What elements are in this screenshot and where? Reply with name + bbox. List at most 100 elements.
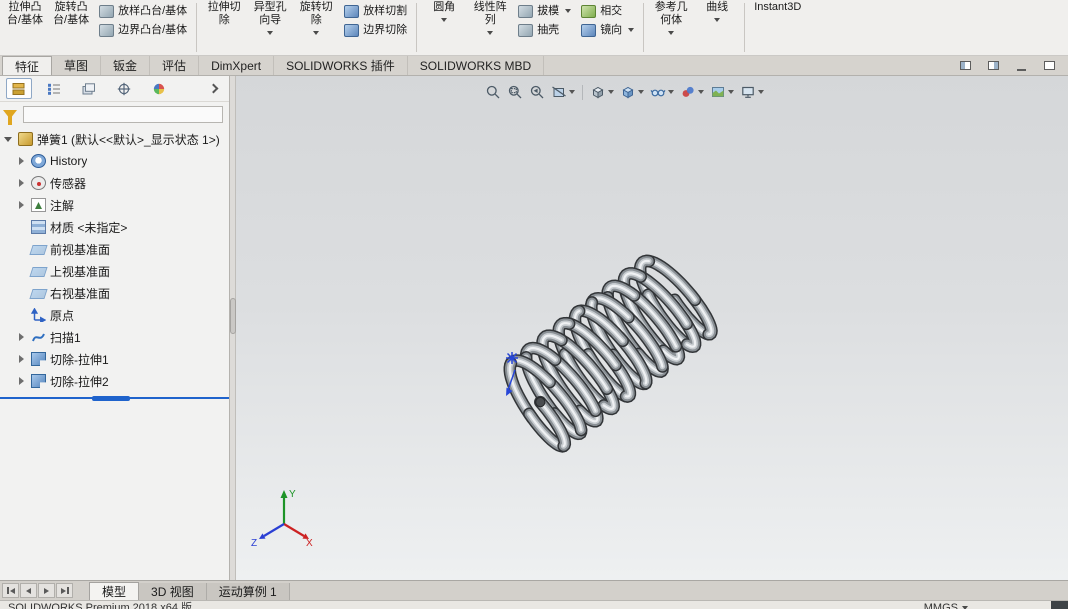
tree-item-top-plane[interactable]: 上视基准面	[0, 260, 229, 282]
dropdown-caret-icon[interactable]	[668, 31, 675, 35]
tree-item-part-root[interactable]: 弹簧1 (默认<<默认>_显示状态 1>)	[0, 128, 229, 150]
panel-expand-chevron-icon[interactable]	[208, 83, 219, 94]
expander-icon[interactable]	[17, 200, 27, 210]
pane-left-icon[interactable]	[956, 58, 974, 74]
dropdown-caret-icon[interactable]	[698, 90, 704, 94]
zoom-to-fit-button[interactable]	[482, 81, 504, 103]
curves-button[interactable]: 曲线	[694, 0, 740, 55]
dropdown-caret-icon[interactable]	[638, 90, 644, 94]
tree-item-sweep1[interactable]: 扫描1	[0, 326, 229, 348]
boundary-boss-button[interactable]: 边界凸台/基体	[97, 23, 189, 37]
expander-icon[interactable]	[4, 134, 14, 144]
tab-solidworks-mbd[interactable]: SOLIDWORKS MBD	[408, 56, 545, 75]
expander-icon[interactable]	[17, 332, 27, 342]
dropdown-caret-icon[interactable]	[313, 31, 320, 35]
tree-item-cut-extrude2[interactable]: 切除-拉伸2	[0, 370, 229, 392]
instant3d-button[interactable]: Instant3D	[749, 0, 806, 55]
tree-item-history[interactable]: History	[0, 150, 229, 172]
displaymanager-tab[interactable]	[146, 78, 172, 99]
tree-item-sensors[interactable]: 传感器	[0, 172, 229, 194]
expander-icon[interactable]	[17, 354, 27, 364]
origin-icon	[30, 307, 47, 324]
dropdown-caret-icon[interactable]	[569, 90, 575, 94]
dropdown-caret-icon[interactable]	[608, 90, 614, 94]
loft-boss-button[interactable]: 放样凸台/基体	[97, 4, 189, 18]
graphics-area[interactable]: Y X Z	[236, 76, 1068, 580]
boundary-cut-button[interactable]: 边界切除	[342, 23, 409, 37]
dropdown-caret-icon[interactable]	[628, 28, 635, 32]
dropdown-caret-icon[interactable]	[758, 90, 764, 94]
minimize-icon[interactable]	[1012, 58, 1030, 74]
first-tab-button[interactable]	[2, 583, 19, 598]
dropdown-caret-icon[interactable]	[714, 18, 721, 22]
expander-icon[interactable]	[17, 178, 27, 188]
dropdown-caret-icon[interactable]	[441, 18, 448, 22]
mirror-button[interactable]: 镜向	[579, 23, 636, 37]
tree-item-material[interactable]: 材质 <未指定>	[0, 216, 229, 238]
edit-appearance-button[interactable]	[677, 81, 707, 103]
fillet-button[interactable]: 圆角	[421, 0, 467, 55]
featuremanager-tab[interactable]	[6, 78, 32, 99]
rollback-bar[interactable]	[0, 396, 229, 406]
hole-wizard-button[interactable]: 异型孔 向导	[247, 0, 293, 55]
tree-filter-input[interactable]	[23, 105, 223, 123]
propertymanager-icon	[48, 83, 60, 95]
expander-icon[interactable]	[17, 156, 27, 166]
prev-tab-button[interactable]	[20, 583, 37, 598]
dimxpertmanager-tab[interactable]	[111, 78, 137, 99]
tab-solidworks-addins[interactable]: SOLIDWORKS 插件	[274, 56, 408, 75]
tree-item-annotations[interactable]: 注解	[0, 194, 229, 216]
tab-sheet-metal[interactable]: 钣金	[101, 56, 151, 75]
configurationmanager-tab[interactable]	[76, 78, 102, 99]
view-orientation-button[interactable]	[587, 81, 617, 103]
shell-button[interactable]: 抽壳	[516, 23, 573, 37]
tree-item-cut-extrude1[interactable]: 切除-拉伸1	[0, 348, 229, 370]
apply-scene-button[interactable]	[707, 81, 737, 103]
dropdown-caret-icon[interactable]	[728, 90, 734, 94]
revolved-cut-button[interactable]: 旋转切 除	[293, 0, 339, 55]
draft-button[interactable]: 拔模	[516, 4, 573, 18]
tab-features[interactable]: 特征	[2, 56, 53, 75]
boundary-cut-icon	[344, 23, 360, 37]
dropdown-caret-icon[interactable]	[565, 9, 572, 13]
command-manager-tab-row: 特征 草图 钣金 评估 DimXpert SOLIDWORKS 插件 SOLID…	[0, 56, 1068, 76]
hide-show-items-button[interactable]	[647, 81, 677, 103]
filter-funnel-icon[interactable]	[3, 109, 17, 125]
unit-system[interactable]: MMGS	[924, 601, 958, 609]
extrude-boss-button[interactable]: 拉伸凸 台/基体	[2, 0, 48, 55]
tree-item-right-plane[interactable]: 右视基准面	[0, 282, 229, 304]
dropdown-caret-icon[interactable]	[668, 90, 674, 94]
expander-icon[interactable]	[17, 376, 27, 386]
previous-view-icon	[530, 85, 544, 99]
dropdown-caret-icon[interactable]	[487, 31, 494, 35]
linear-pattern-button[interactable]: 线性阵 列	[467, 0, 513, 55]
tab-dimxpert[interactable]: DimXpert	[199, 56, 275, 75]
revolve-boss-button[interactable]: 旋转凸 台/基体	[48, 0, 94, 55]
tree-item-origin[interactable]: 原点	[0, 304, 229, 326]
dropdown-caret-icon[interactable]	[267, 31, 274, 35]
last-tab-button[interactable]	[56, 583, 73, 598]
tab-3d-views[interactable]: 3D 视图	[139, 583, 207, 600]
tab-sketch[interactable]: 草图	[52, 56, 102, 75]
propertymanager-tab[interactable]	[41, 78, 67, 99]
view-settings-button[interactable]	[737, 81, 767, 103]
reference-geometry-button[interactable]: 参考几 何体	[648, 0, 694, 55]
ribbon-separator	[416, 3, 418, 52]
solidworks-window: 拉伸凸 台/基体 旋转凸 台/基体 放样凸台/基体 边界凸台/基体 拉伸切 除 …	[0, 0, 1068, 609]
status-corner-icon[interactable]	[1051, 601, 1068, 609]
intersect-button[interactable]: 相交	[579, 4, 636, 18]
restore-icon[interactable]	[1040, 58, 1058, 74]
tab-evaluate[interactable]: 评估	[150, 56, 200, 75]
zoom-to-area-button[interactable]	[504, 81, 526, 103]
pane-right-icon[interactable]	[984, 58, 1002, 74]
previous-view-button[interactable]	[526, 81, 548, 103]
tree-item-front-plane[interactable]: 前视基准面	[0, 238, 229, 260]
section-view-button[interactable]	[548, 81, 578, 103]
tab-model[interactable]: 模型	[89, 582, 140, 600]
display-style-button[interactable]	[617, 81, 647, 103]
lofted-cut-button[interactable]: 放样切割	[342, 4, 409, 18]
extruded-cut-button[interactable]: 拉伸切 除	[201, 0, 247, 55]
sweep-icon	[32, 333, 45, 342]
tab-motion-study-1[interactable]: 运动算例 1	[206, 583, 290, 600]
next-tab-button[interactable]	[38, 583, 55, 598]
